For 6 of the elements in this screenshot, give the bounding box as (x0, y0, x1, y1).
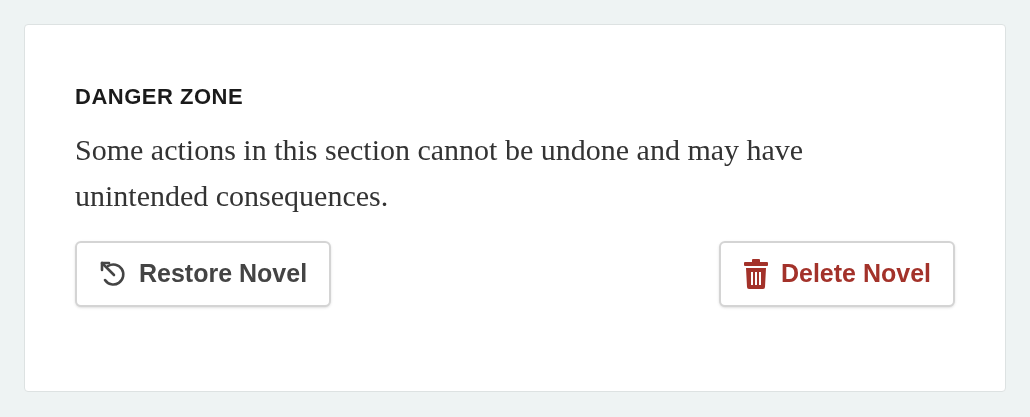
restore-icon (99, 260, 127, 288)
delete-button[interactable]: Delete Novel (718, 241, 955, 307)
section-title: DANGER ZONE (75, 83, 245, 111)
section-description: Some actions in this section cannot be undone and may have unintended consequences. (75, 132, 805, 214)
trash-icon (742, 259, 769, 289)
restore-button[interactable]: Restore Novel (75, 241, 332, 307)
